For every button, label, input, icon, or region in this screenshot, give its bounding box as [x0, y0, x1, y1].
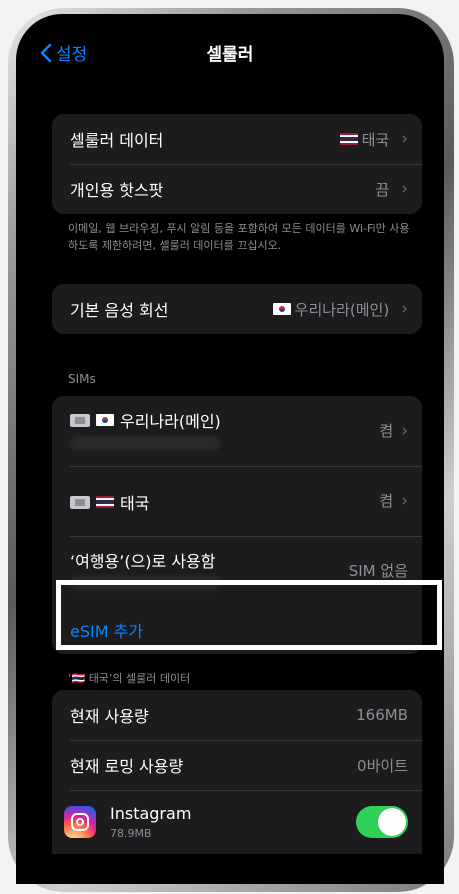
voice-line-label: 기본 음성 회선: [70, 301, 169, 320]
voice-line-value: 우리나라(메인): [294, 300, 390, 319]
current-usage-value: 166MB: [356, 706, 408, 724]
default-voice-line-row[interactable]: 기본 음성 회선 우리나라(메인) ›: [52, 284, 422, 334]
sim-korea-row[interactable]: 우리나라(메인) 켬 ›: [52, 396, 422, 466]
chevron-right-icon: ›: [401, 179, 408, 199]
app-name: Instagram: [110, 804, 192, 823]
thailand-flag-icon: [96, 496, 114, 508]
chevron-right-icon: ›: [401, 490, 408, 511]
thailand-flag-icon: [339, 133, 358, 145]
redacted-phone-number: [70, 436, 220, 450]
chevron-right-icon: ›: [401, 129, 408, 149]
instagram-icon: [64, 806, 96, 838]
screen: 설정 셀룰러 셀룰러 데이터 태국 › 개인용 핫스팟 끔 › 이메일, 웹 브…: [16, 14, 444, 884]
cellular-data-label: 셀룰러 데이터: [70, 131, 164, 150]
instagram-cellular-toggle[interactable]: [356, 806, 408, 838]
sim-card-icon: [70, 413, 90, 427]
highlight-box: [56, 580, 442, 650]
cellular-data-group: 셀룰러 데이터 태국 › 개인용 핫스팟 끔 ›: [52, 114, 422, 214]
cellular-footnote: 이메일, 웹 브라우징, 푸시 알림 등을 포함하여 모든 데이터를 Wi-Fi…: [68, 222, 410, 252]
sim-travel-label: ‘여행용’(으)로 사용함: [70, 552, 216, 571]
chevron-right-icon: ›: [401, 299, 408, 319]
sim-thailand-status: 켬: [379, 492, 394, 510]
hotspot-label: 개인용 핫스팟: [70, 181, 164, 200]
page-title: 셀룰러: [206, 45, 254, 65]
sim-thailand-label: 태국: [120, 494, 150, 513]
sim-travel-status: SIM 없음: [348, 562, 408, 580]
korea-flag-icon: [272, 303, 291, 315]
usage-group: 현재 사용량 166MB 현재 로밍 사용량 0바이트 Instagram 78…: [52, 690, 422, 854]
usage-section-header: ‘🇹🇭 태국’의 셀룰러 데이터: [68, 672, 191, 685]
sim-korea-status: 켬: [379, 422, 394, 440]
navigation-bar: 설정 셀룰러: [16, 36, 444, 76]
sim-thailand-row[interactable]: 태국 켬 ›: [52, 466, 422, 536]
current-usage-row: 현재 사용량 166MB: [52, 690, 422, 740]
sims-section-header: SIMs: [68, 372, 96, 386]
sim-korea-label: 우리나라(메인): [120, 412, 221, 431]
app-data-size: 78.9MB: [110, 827, 152, 840]
korea-flag-icon: [96, 414, 114, 426]
personal-hotspot-row[interactable]: 개인용 핫스팟 끔 ›: [52, 164, 422, 214]
roaming-usage-label: 현재 로밍 사용량: [70, 757, 184, 776]
roaming-usage-value: 0바이트: [357, 756, 408, 775]
cellular-data-row[interactable]: 셀룰러 데이터 태국 ›: [52, 114, 422, 164]
cellular-data-value: 태국: [361, 130, 390, 149]
voice-line-group: 기본 음성 회선 우리나라(메인) ›: [52, 284, 422, 334]
sim-card-icon: [70, 495, 90, 509]
current-usage-label: 현재 사용량: [70, 707, 149, 726]
chevron-right-icon: ›: [401, 420, 408, 441]
app-row-instagram: Instagram 78.9MB: [52, 790, 422, 854]
roaming-usage-row: 현재 로밍 사용량 0바이트: [52, 740, 422, 790]
hotspot-value: 끔: [375, 180, 390, 199]
